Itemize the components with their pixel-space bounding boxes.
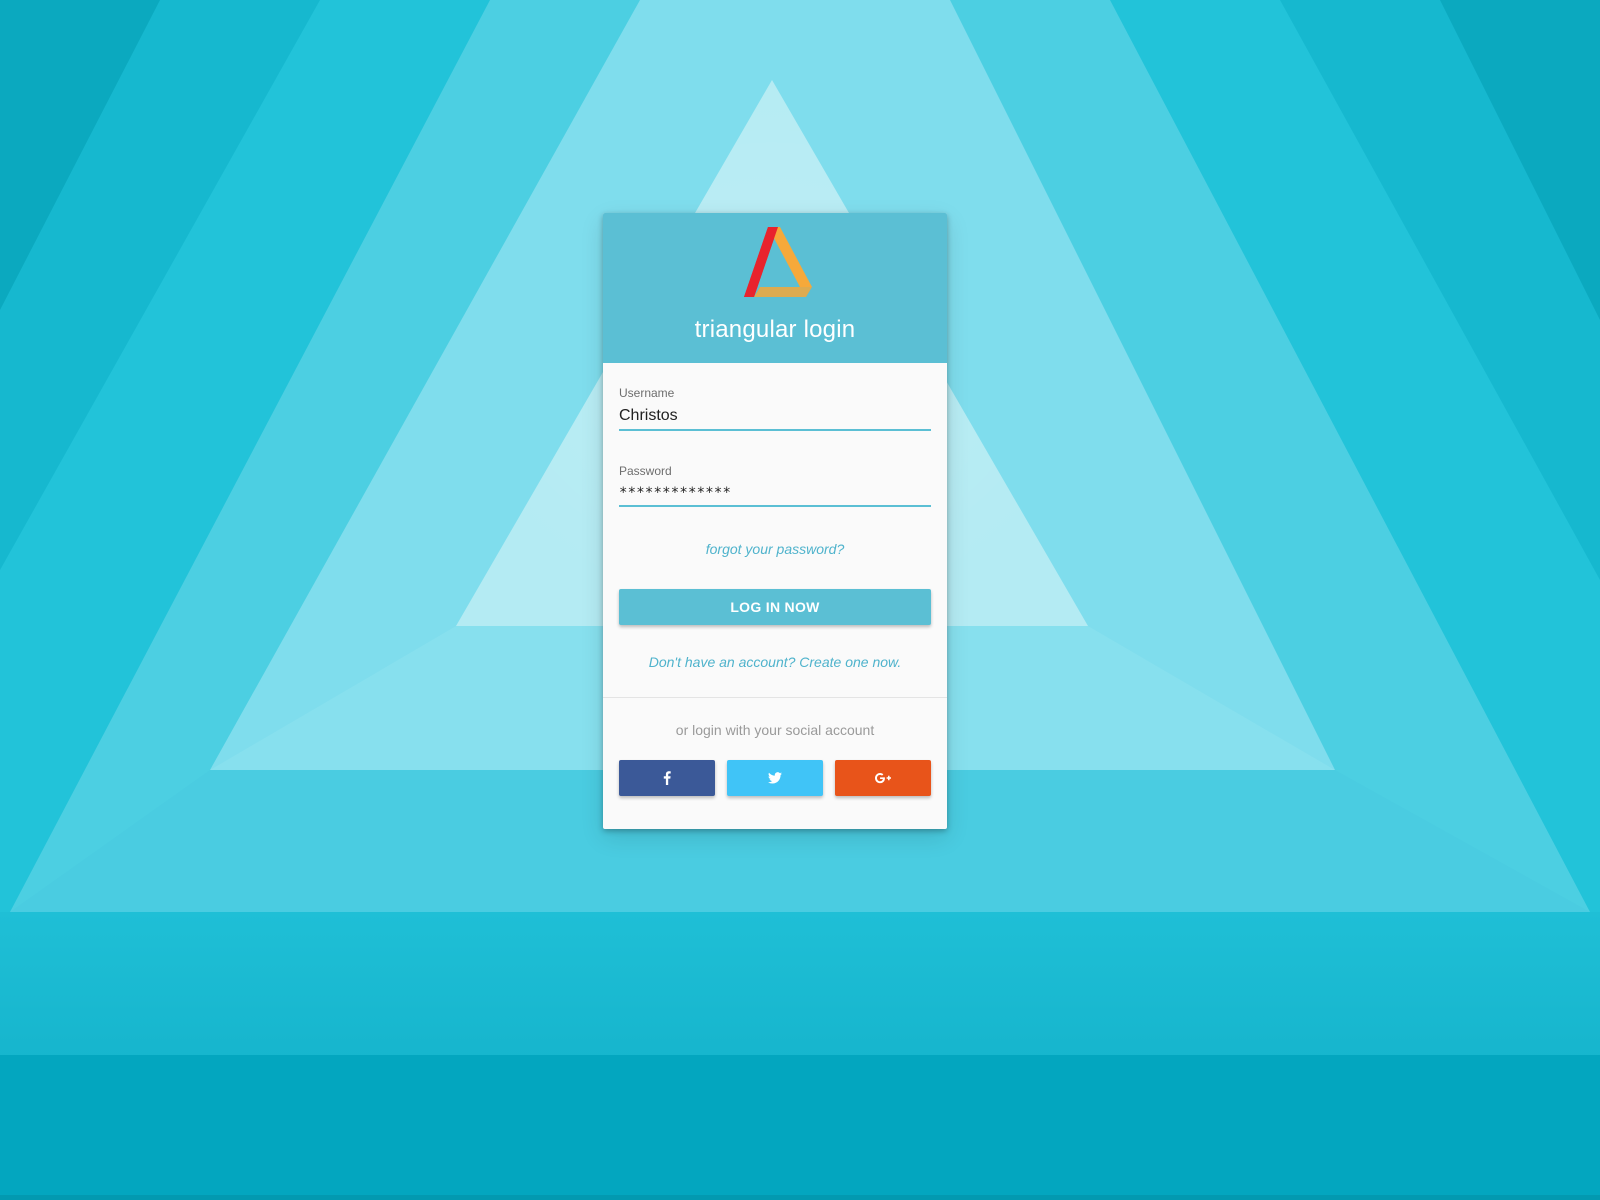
- twitter-icon: [768, 772, 782, 784]
- password-label: Password: [619, 464, 672, 478]
- google-plus-login-button[interactable]: [835, 760, 931, 796]
- forgot-password-link[interactable]: forgot your password?: [603, 541, 947, 557]
- create-account-link[interactable]: Don't have an account? Create one now.: [603, 654, 947, 670]
- card-header: triangular login: [603, 213, 947, 363]
- twitter-login-button[interactable]: [727, 760, 823, 796]
- password-field: Password: [619, 464, 931, 507]
- login-button[interactable]: LOG IN NOW: [619, 589, 931, 625]
- username-input[interactable]: [619, 404, 931, 431]
- username-field: Username: [619, 386, 931, 431]
- facebook-icon: [663, 771, 671, 785]
- password-input[interactable]: [619, 482, 931, 507]
- facebook-login-button[interactable]: [619, 760, 715, 796]
- login-page: triangular login Username Password forgo…: [0, 0, 1600, 1200]
- triangle-logo-icon: [744, 227, 812, 297]
- divider: [603, 697, 947, 698]
- login-card: triangular login Username Password forgo…: [603, 213, 947, 829]
- social-login-caption: or login with your social account: [675, 722, 875, 738]
- google-plus-icon: [875, 773, 891, 784]
- username-label: Username: [619, 386, 675, 400]
- app-title: triangular login: [694, 316, 856, 343]
